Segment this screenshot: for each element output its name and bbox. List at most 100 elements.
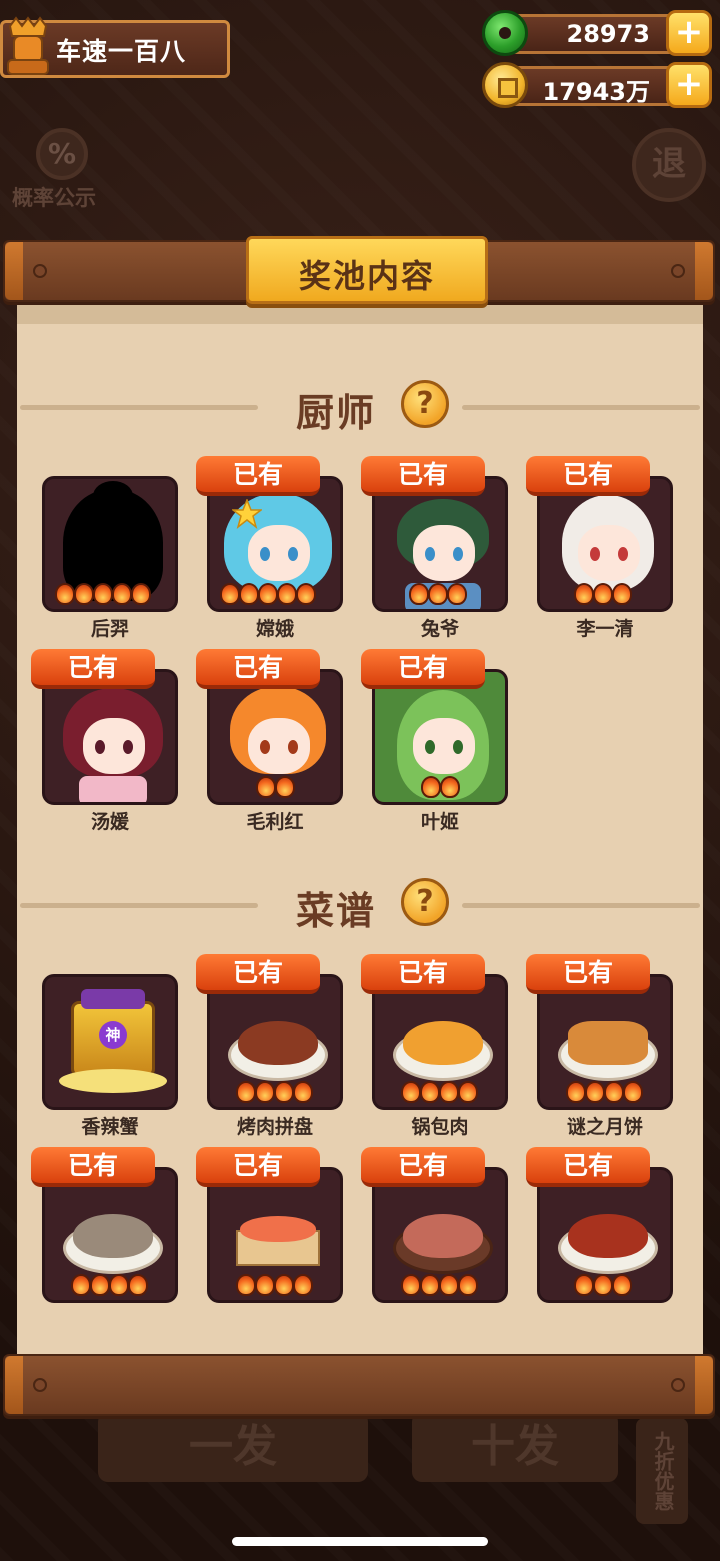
food bbox=[238, 1021, 318, 1065]
chef-name: 李一清 bbox=[576, 618, 634, 640]
recipe-name: 锅包肉 bbox=[411, 1116, 469, 1138]
flame-icon bbox=[71, 1274, 91, 1296]
star-icon bbox=[232, 499, 262, 529]
flame-icon bbox=[296, 583, 316, 605]
flame-icon bbox=[258, 583, 278, 605]
flame-icon bbox=[274, 1081, 294, 1103]
section-divider bbox=[462, 903, 700, 908]
gold-pile bbox=[59, 1069, 167, 1093]
eye bbox=[453, 547, 463, 561]
recipe-card[interactable] bbox=[537, 1167, 673, 1303]
recipe-card-xianglaxie[interactable]: 神 bbox=[42, 974, 178, 1110]
flame-icon bbox=[409, 583, 429, 605]
chef-robe bbox=[79, 776, 147, 802]
single-draw-button[interactable]: 一发 bbox=[98, 1412, 368, 1482]
owned-badge: 已有 bbox=[361, 649, 485, 689]
chef-name: 嫦娥 bbox=[255, 618, 294, 640]
flame-icon bbox=[293, 1081, 313, 1103]
chef-card-change[interactable] bbox=[207, 476, 343, 612]
chef-flames bbox=[409, 583, 467, 605]
food bbox=[403, 1214, 483, 1258]
recipe-flames bbox=[71, 1274, 148, 1296]
flame-icon bbox=[236, 1274, 256, 1296]
owned-badge: 已有 bbox=[361, 954, 485, 994]
recipe-card-kaorou[interactable] bbox=[207, 974, 343, 1110]
flame-icon bbox=[293, 1274, 313, 1296]
flame-icon bbox=[255, 1081, 275, 1103]
chef-name: 毛利红 bbox=[246, 811, 304, 833]
eye bbox=[260, 547, 270, 561]
recipe-flames bbox=[566, 1081, 643, 1103]
recipe-card[interactable] bbox=[207, 1167, 343, 1303]
owned-badge: 已有 bbox=[526, 456, 650, 496]
section-divider bbox=[462, 405, 700, 410]
eye bbox=[288, 547, 298, 561]
ten-draw-button[interactable]: 十发 bbox=[412, 1412, 618, 1482]
flame-icon bbox=[275, 776, 295, 798]
recipe-card-mooncake[interactable] bbox=[537, 974, 673, 1110]
chef-flames bbox=[55, 583, 151, 605]
eye bbox=[453, 740, 463, 754]
probability-label[interactable]: 概率公示 bbox=[12, 182, 96, 212]
probability-icon[interactable]: % bbox=[36, 128, 88, 180]
chef-card-liyiqing[interactable] bbox=[537, 476, 673, 612]
owned-badge: 已有 bbox=[196, 456, 320, 496]
back-button[interactable]: 退 bbox=[632, 128, 706, 202]
chef-card-yeji[interactable] bbox=[372, 669, 508, 805]
flame-icon bbox=[574, 583, 594, 605]
chef-card-tuye[interactable] bbox=[372, 476, 508, 612]
chef-card-maolihong[interactable] bbox=[207, 669, 343, 805]
food bbox=[403, 1021, 483, 1065]
chef-flames bbox=[220, 583, 316, 605]
eye bbox=[260, 740, 270, 754]
recipe-card-guobaorou[interactable] bbox=[372, 974, 508, 1110]
recipe-help-icon[interactable]: ? bbox=[401, 878, 449, 926]
owned-badge: 已有 bbox=[361, 1147, 485, 1187]
chef-help-icon[interactable]: ? bbox=[401, 380, 449, 428]
modal-title: 奖池内容 bbox=[298, 257, 435, 295]
eye bbox=[425, 547, 435, 561]
nail-icon bbox=[671, 264, 685, 278]
recipe-name: 香辣蟹 bbox=[81, 1116, 139, 1138]
recipe-flames bbox=[236, 1081, 313, 1103]
flame-icon bbox=[236, 1081, 256, 1103]
gold-value: 17943万 bbox=[542, 78, 651, 106]
flame-icon bbox=[574, 1274, 594, 1296]
flame-icon bbox=[131, 583, 151, 605]
add-jade-button[interactable]: + bbox=[666, 10, 712, 56]
flame-icon bbox=[421, 776, 441, 798]
chef-flames bbox=[574, 583, 632, 605]
flame-icon bbox=[458, 1081, 478, 1103]
flame-icon bbox=[458, 1274, 478, 1296]
flame-icon bbox=[274, 1274, 294, 1296]
flame-icon bbox=[585, 1081, 605, 1103]
player-avatar-icon[interactable] bbox=[4, 16, 52, 76]
chef-card-tangyuan[interactable] bbox=[42, 669, 178, 805]
nail-icon bbox=[33, 264, 47, 278]
food bbox=[240, 1216, 316, 1242]
player-name: 车速一百八 bbox=[56, 37, 187, 66]
jade-icon bbox=[482, 10, 528, 56]
home-indicator[interactable] bbox=[232, 1537, 488, 1546]
chef-face bbox=[413, 718, 475, 774]
flame-icon bbox=[128, 1274, 148, 1296]
chef-flames bbox=[421, 776, 460, 798]
flame-icon bbox=[401, 1081, 421, 1103]
flame-icon bbox=[420, 1274, 440, 1296]
eye bbox=[95, 740, 105, 754]
recipe-card[interactable] bbox=[372, 1167, 508, 1303]
flame-icon bbox=[277, 583, 297, 605]
chef-name: 后羿 bbox=[90, 618, 129, 640]
recipe-card[interactable] bbox=[42, 1167, 178, 1303]
discount-tag: 九折优惠 bbox=[636, 1418, 688, 1524]
chef-name: 汤媛 bbox=[90, 811, 129, 833]
nail-icon bbox=[33, 1378, 47, 1392]
flame-icon bbox=[112, 583, 132, 605]
food bbox=[73, 1214, 153, 1258]
owned-badge: 已有 bbox=[526, 1147, 650, 1187]
flame-icon bbox=[401, 1274, 421, 1296]
add-gold-button[interactable]: + bbox=[666, 62, 712, 108]
flame-icon bbox=[256, 776, 276, 798]
chef-card-houyi[interactable] bbox=[42, 476, 178, 612]
chef-face bbox=[413, 525, 475, 581]
